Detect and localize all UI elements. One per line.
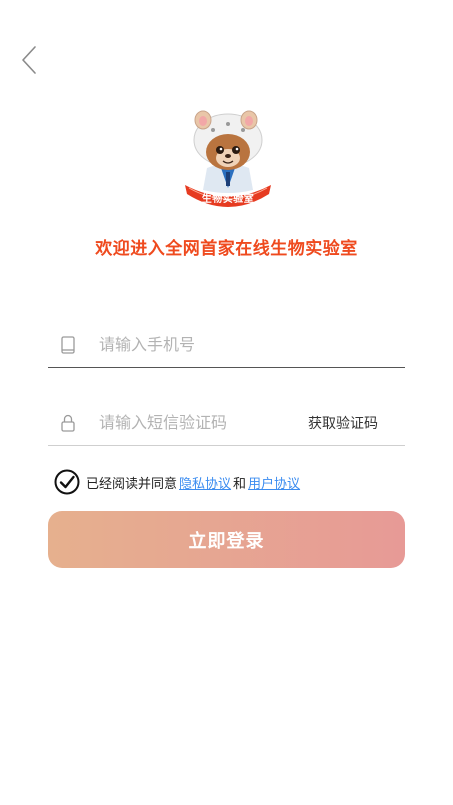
phone-field [48,322,405,368]
logo-badge-text: 生物实验室 [201,194,255,205]
lock-icon [57,412,79,434]
login-page: 生物实验室 欢迎进入全网首家在线生物实验室 获取验证码 已经阅读 [0,0,453,805]
chevron-left-icon [22,46,36,74]
app-logo: 生物实验室 [183,110,273,216]
agreement-and: 和 [233,476,247,492]
user-agreement-link[interactable]: 用户协议 [248,473,300,492]
agreement-row: 已经阅读并同意 隐私协议 和 用户协议 [54,468,302,496]
agreement-checkbox[interactable] [54,469,80,495]
privacy-policy-link[interactable]: 隐私协议 [179,473,231,492]
phone-input[interactable] [99,335,405,354]
checkmark-circle-icon [54,469,80,495]
sms-code-field: 获取验证码 [48,400,405,446]
sms-code-input[interactable] [99,413,308,432]
phone-icon [57,334,79,356]
welcome-title: 欢迎进入全网首家在线生物实验室 [95,239,358,259]
get-code-button[interactable]: 获取验证码 [308,413,378,433]
agreement-prefix: 已经阅读并同意 [86,476,178,492]
back-button[interactable] [14,44,44,76]
login-button[interactable]: 立即登录 [48,511,405,568]
